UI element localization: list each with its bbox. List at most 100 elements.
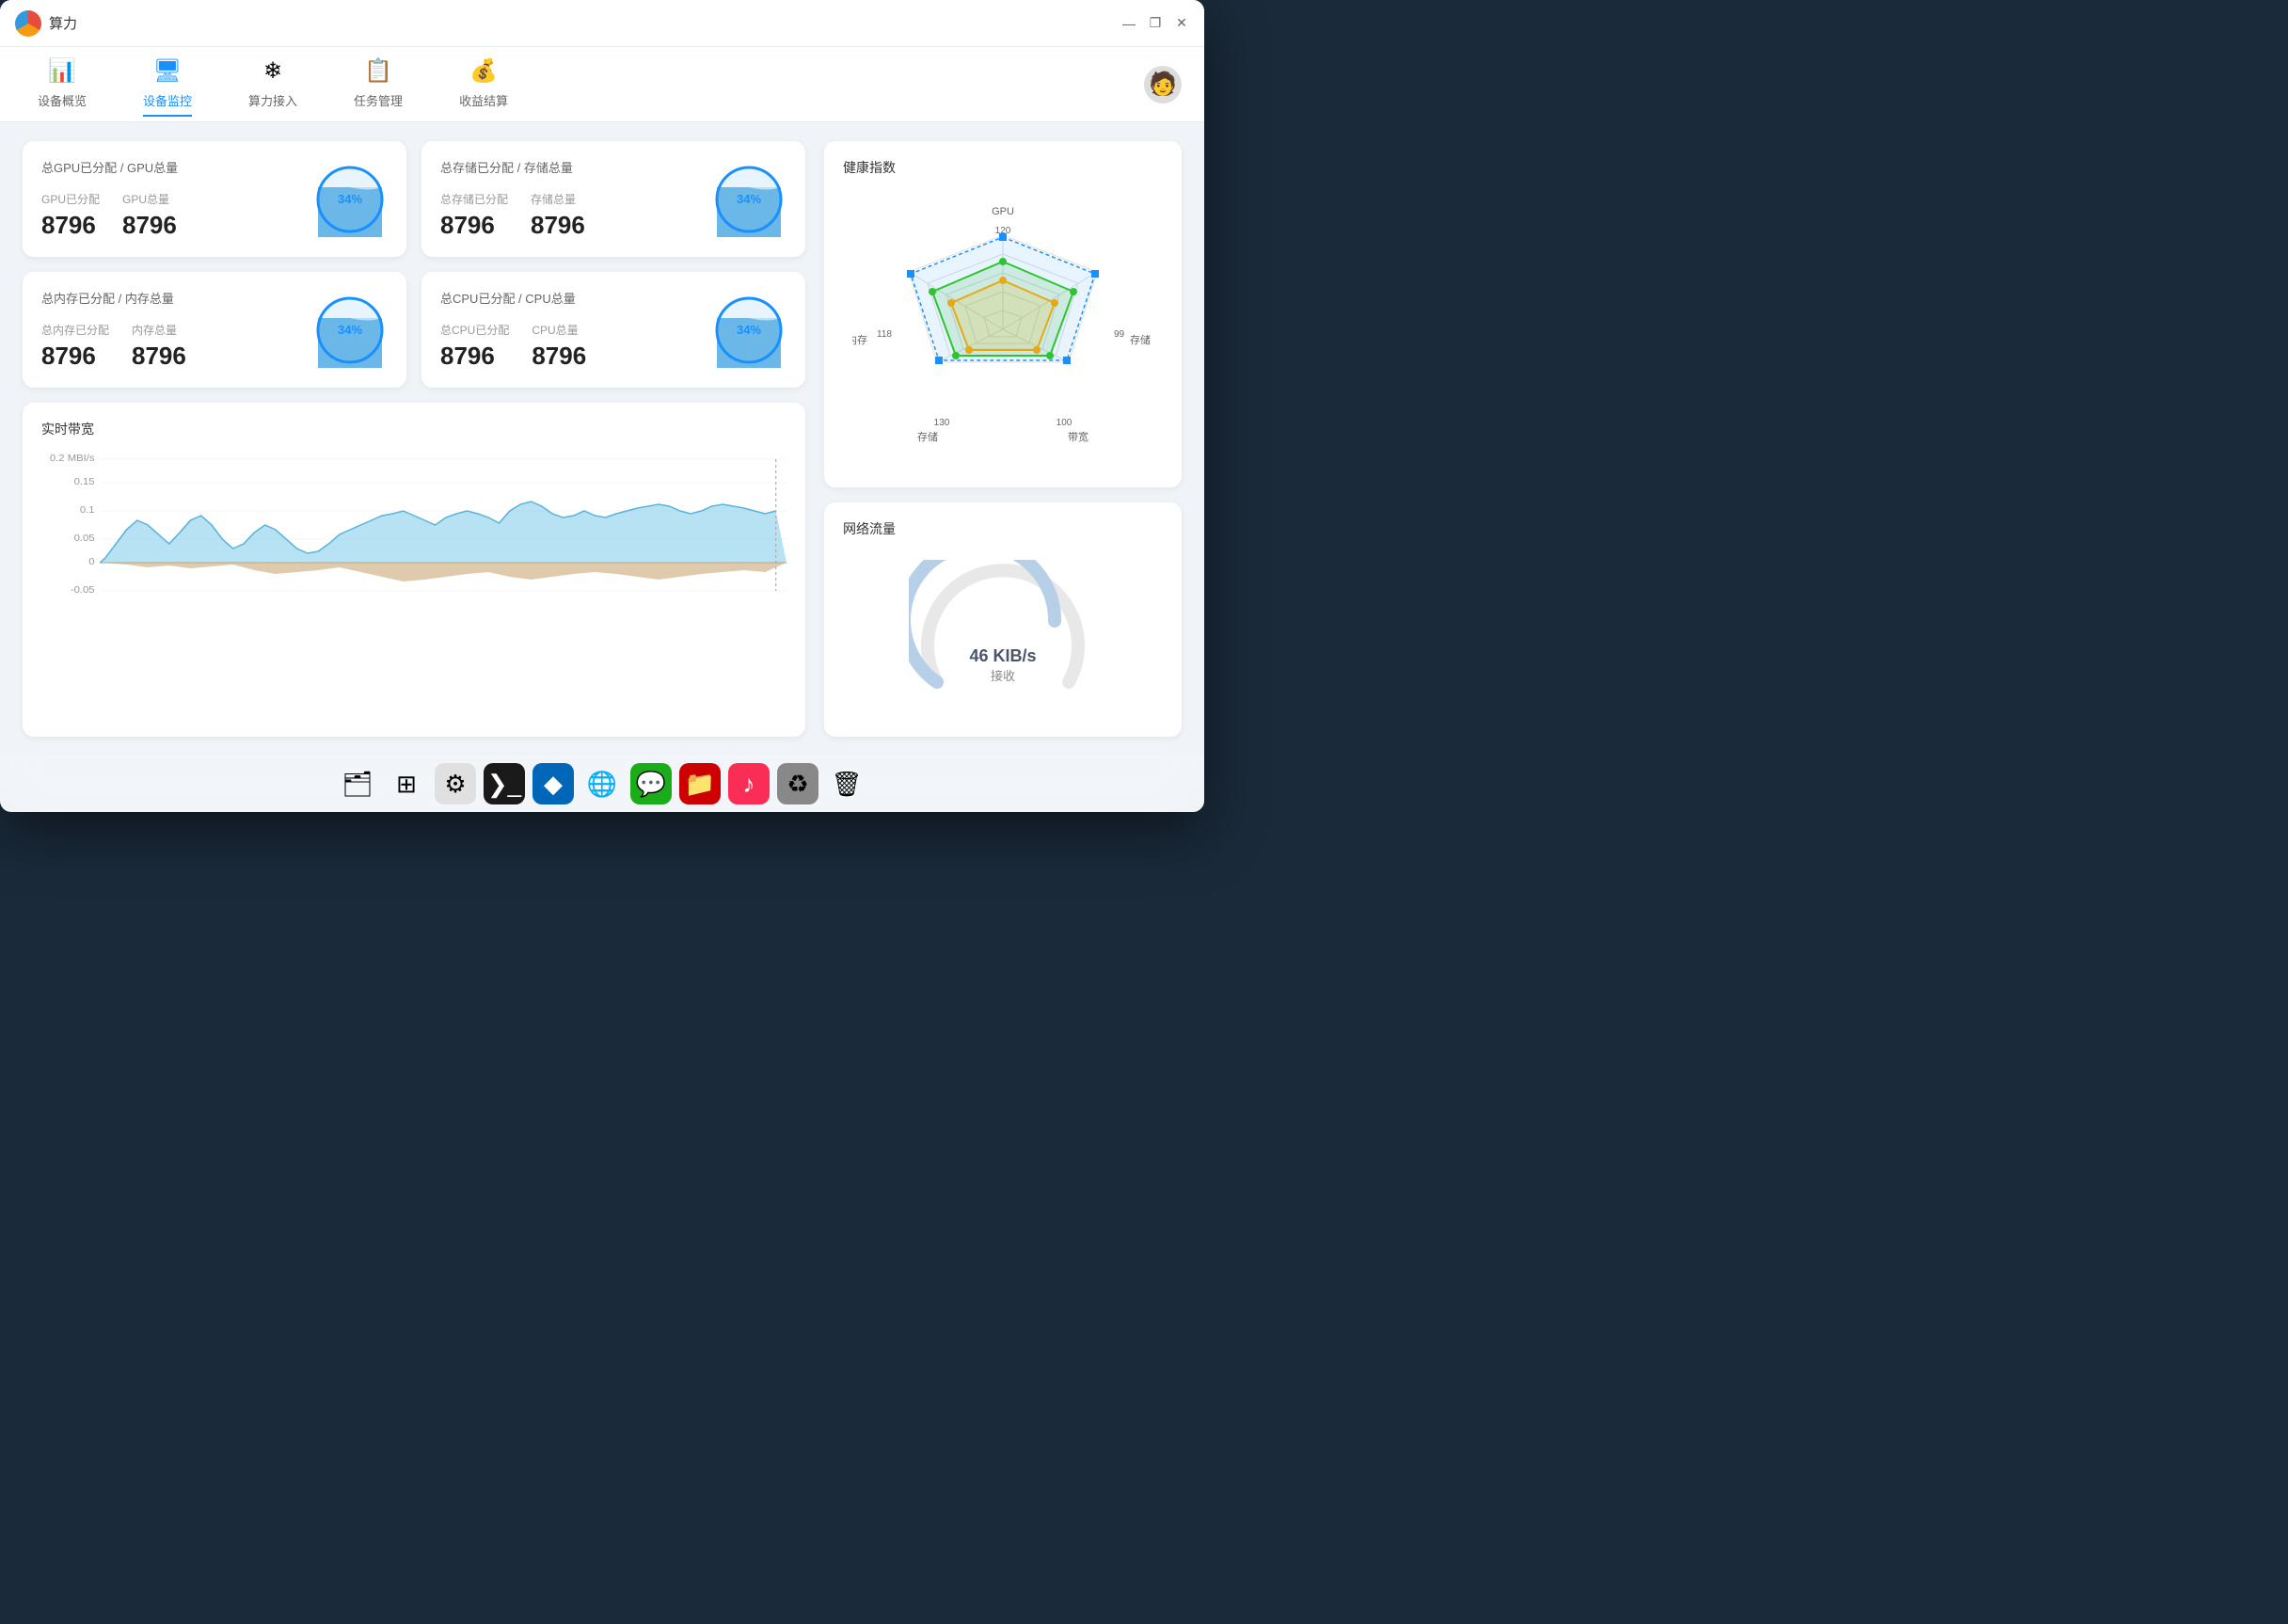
svg-text:带宽: 带宽: [1068, 430, 1088, 443]
health-card: 健康指数 GPU 存储 带宽 存储 内存 120 99 100 130: [824, 141, 1182, 487]
storage-allocated-label: 总存储已分配: [440, 191, 508, 207]
maximize-button[interactable]: ❐: [1148, 16, 1163, 31]
radar-chart: GPU 存储 带宽 存储 内存 120 99 100 130 118: [852, 198, 1153, 461]
memory-total-item: 内存总量 8796: [132, 322, 186, 371]
health-title: 健康指数: [843, 158, 1163, 177]
nav-icon-compute: ❄: [258, 56, 288, 86]
cpu-metric-title: 总CPU已分配 / CPU总量: [440, 289, 696, 307]
memory-total-value: 8796: [132, 342, 186, 371]
memory-metric-info: 总内存已分配 / 内存总量 总内存已分配 8796 内存总量 8796: [41, 289, 297, 371]
dock-chrome[interactable]: 🌐: [581, 763, 623, 804]
nav-item-monitor[interactable]: 🖥 设备监控: [143, 56, 192, 113]
nav-label-overview: 设备概览: [38, 91, 87, 109]
dock-wechat[interactable]: 💬: [630, 763, 672, 804]
dock: 🗂 ⊞ ⚙ ❯_ ◆ 🌐 💬 📁 ♪ ♻ 🗑: [0, 756, 1204, 812]
svg-text:34%: 34%: [338, 192, 362, 206]
main-content: 总GPU已分配 / GPU总量 GPU已分配 8796 GPU总量 8796: [0, 122, 1204, 756]
storage-metric-values: 总存储已分配 8796 存储总量 8796: [440, 191, 696, 240]
radar-chart-container: GPU 存储 带宽 存储 内存 120 99 100 130 118: [843, 188, 1163, 470]
memory-gauge: 34%: [312, 293, 388, 368]
cpu-total-label: CPU总量: [532, 322, 586, 338]
memory-allocated-label: 总内存已分配: [41, 322, 109, 338]
svg-text:0.1: 0.1: [80, 505, 95, 516]
cpu-allocated-value: 8796: [440, 342, 509, 371]
svg-text:46 KIB/s: 46 KIB/s: [969, 646, 1036, 665]
close-button[interactable]: ✕: [1174, 16, 1189, 31]
dock-vscode[interactable]: ◆: [532, 763, 574, 804]
user-avatar[interactable]: 🧑: [1144, 66, 1182, 103]
nav-label-income: 收益结算: [459, 91, 508, 109]
nav-icon-task: 📋: [363, 56, 393, 86]
svg-text:0.2 MBI/s: 0.2 MBI/s: [50, 454, 95, 464]
nav-label-task: 任务管理: [354, 91, 403, 109]
nav-label-compute: 算力接入: [248, 91, 297, 109]
svg-text:接收: 接收: [991, 669, 1015, 683]
nav-item-overview[interactable]: 📊 设备概览: [38, 56, 87, 113]
title-bar: 算力 — ❐ ✕: [0, 0, 1204, 47]
left-panel: 总GPU已分配 / GPU总量 GPU已分配 8796 GPU总量 8796: [23, 141, 805, 737]
cpu-total-item: CPU总量 8796: [532, 322, 586, 371]
memory-allocated-value: 8796: [41, 342, 109, 371]
gpu-total-item: GPU总量 8796: [122, 191, 177, 240]
dock-terminal[interactable]: ❯_: [484, 763, 525, 804]
app-title: 算力: [49, 13, 77, 33]
gpu-total-value: 8796: [122, 211, 177, 240]
svg-text:0.05: 0.05: [74, 533, 95, 544]
dock-app9[interactable]: ♻: [777, 763, 818, 804]
bandwidth-chart-title: 实时带宽: [41, 420, 786, 438]
svg-text:34%: 34%: [737, 192, 761, 206]
svg-text:130: 130: [934, 418, 950, 428]
window-controls: — ❐ ✕: [1121, 16, 1189, 31]
storage-total-label: 存储总量: [531, 191, 585, 207]
bandwidth-chart-card: 实时带宽 0.2 MBI/s 0.15 0.1 0.05 0 -0.05: [23, 403, 805, 737]
storage-metric-card: 总存储已分配 / 存储总量 总存储已分配 8796 存储总量 8796: [421, 141, 805, 257]
storage-gauge: 34%: [711, 162, 786, 237]
network-gauge-chart: 46 KIB/s 接收: [909, 560, 1097, 710]
dock-settings[interactable]: ⚙: [435, 763, 476, 804]
svg-text:0: 0: [88, 557, 94, 567]
svg-text:存储: 存储: [917, 430, 938, 443]
bandwidth-chart-area: 0.2 MBI/s 0.15 0.1 0.05 0 -0.05: [41, 450, 786, 600]
dock-filezilla[interactable]: 📁: [679, 763, 721, 804]
nav-label-monitor: 设备监控: [143, 91, 192, 109]
memory-metric-card: 总内存已分配 / 内存总量 总内存已分配 8796 内存总量 8796: [23, 272, 406, 388]
svg-text:-0.05: -0.05: [71, 585, 95, 596]
gpu-allocated-value: 8796: [41, 211, 100, 240]
storage-total-value: 8796: [531, 211, 585, 240]
cpu-allocated-item: 总CPU已分配 8796: [440, 322, 509, 371]
cpu-metric-card: 总CPU已分配 / CPU总量 总CPU已分配 8796 CPU总量 8796: [421, 272, 805, 388]
dock-trash[interactable]: 🗑: [826, 763, 867, 804]
network-card: 网络流量 46 KIB/s 接收: [824, 502, 1182, 737]
gpu-metric-info: 总GPU已分配 / GPU总量 GPU已分配 8796 GPU总量 8796: [41, 158, 297, 240]
cpu-gauge: 34%: [711, 293, 786, 368]
gpu-total-label: GPU总量: [122, 191, 177, 207]
memory-metric-values: 总内存已分配 8796 内存总量 8796: [41, 322, 297, 371]
svg-text:100: 100: [1057, 418, 1072, 428]
cpu-metric-values: 总CPU已分配 8796 CPU总量 8796: [440, 322, 696, 371]
right-panel: 健康指数 GPU 存储 带宽 存储 内存 120 99 100 130: [824, 141, 1182, 737]
storage-allocated-item: 总存储已分配 8796: [440, 191, 508, 240]
nav-icon-monitor: 🖥: [152, 56, 183, 86]
app-logo: 算力: [15, 10, 77, 37]
dock-finder[interactable]: 🗂: [337, 763, 378, 804]
minimize-button[interactable]: —: [1121, 16, 1136, 31]
network-gauge-container: 46 KIB/s 接收: [843, 549, 1163, 720]
storage-allocated-value: 8796: [440, 211, 508, 240]
gpu-allocated-label: GPU已分配: [41, 191, 100, 207]
network-title: 网络流量: [843, 519, 1163, 538]
metric-row-2: 总内存已分配 / 内存总量 总内存已分配 8796 内存总量 8796: [23, 272, 805, 388]
gpu-metric-title: 总GPU已分配 / GPU总量: [41, 158, 297, 176]
dock-launchpad[interactable]: ⊞: [386, 763, 427, 804]
memory-total-label: 内存总量: [132, 322, 186, 338]
nav-item-income[interactable]: 💰 收益结算: [459, 56, 508, 113]
cpu-metric-info: 总CPU已分配 / CPU总量 总CPU已分配 8796 CPU总量 8796: [440, 289, 696, 371]
svg-text:99: 99: [1114, 329, 1125, 340]
cpu-total-value: 8796: [532, 342, 586, 371]
nav-item-compute[interactable]: ❄ 算力接入: [248, 56, 297, 113]
nav-item-task[interactable]: 📋 任务管理: [354, 56, 403, 113]
svg-text:34%: 34%: [737, 323, 761, 337]
dock-music[interactable]: ♪: [728, 763, 770, 804]
metric-row-1: 总GPU已分配 / GPU总量 GPU已分配 8796 GPU总量 8796: [23, 141, 805, 257]
nav-icon-income: 💰: [469, 56, 499, 86]
svg-text:GPU: GPU: [992, 206, 1014, 217]
